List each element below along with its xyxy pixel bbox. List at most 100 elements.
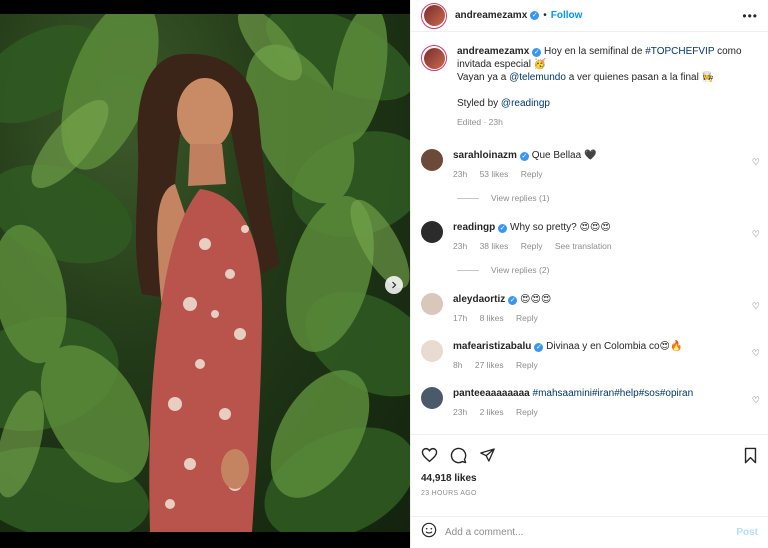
comment-item: panteeaaaaaaaa #mahsaamini#iran#help#sos…: [411, 387, 768, 419]
comment-hashtags[interactable]: #mahsaamini#iran#help#sos#opiran: [533, 388, 694, 399]
caption-body: andreamezamx ✓ Hoy en la semifinal de #TO…: [457, 45, 747, 129]
caption-text: a ver quienes pasan a la final 👩‍🍳: [568, 72, 715, 83]
comment-text: Que Bellaa 🖤: [531, 150, 597, 161]
chevron-right-icon: [392, 281, 397, 289]
comment-item: sarahloinazm ✓ Que Bellaa 🖤 23h 53 likes …: [411, 149, 768, 181]
comment-likes[interactable]: 53 likes: [480, 169, 509, 179]
caption-avatar[interactable]: [421, 45, 447, 71]
post-comment-button[interactable]: Post: [736, 527, 758, 538]
commenter-avatar[interactable]: [421, 221, 443, 243]
comment-time: 23h: [453, 407, 468, 417]
see-translation-button[interactable]: See translation: [555, 241, 612, 251]
post-timestamp: 23 HOURS AGO: [421, 490, 477, 497]
post-caption: andreamezamx ✓ Hoy en la semifinal de #TO…: [411, 33, 768, 129]
comment-like-heart-icon[interactable]: ♡: [752, 157, 760, 168]
commenter-avatar[interactable]: [421, 387, 443, 409]
commenter-username[interactable]: panteeaaaaaaaa: [453, 388, 530, 399]
reply-button[interactable]: Reply: [516, 360, 538, 370]
add-comment-bar: Post: [411, 516, 768, 548]
smiley-icon[interactable]: [421, 522, 437, 543]
heart-icon[interactable]: [421, 447, 438, 463]
top-letterbox: [0, 0, 410, 14]
bookmark-icon[interactable]: [743, 447, 758, 464]
comment-likes[interactable]: 38 likes: [480, 241, 509, 251]
commenter-username[interactable]: aleydaortiz: [453, 294, 505, 305]
comment-text: Divinaa y en Colombia co😍🔥: [546, 341, 683, 352]
view-replies-label: View replies (1): [491, 193, 550, 203]
comment-like-heart-icon[interactable]: ♡: [752, 348, 760, 359]
author-avatar[interactable]: [421, 2, 447, 29]
comments-list[interactable]: andreamezamx ✓ Hoy en la semifinal de #TO…: [411, 33, 768, 433]
comment-item: readingp ✓ Why so pretty? 😍😍😍 23h 38 like…: [411, 221, 768, 253]
comment-body: sarahloinazm ✓ Que Bellaa 🖤 23h 53 likes …: [453, 149, 743, 181]
action-icons: [421, 445, 758, 465]
replies-divider: [457, 269, 479, 271]
verified-badge-icon: ✓: [530, 11, 540, 20]
comment-meta: 17h 8 likes Reply: [453, 312, 743, 325]
likes-count[interactable]: 44,918 likes: [421, 473, 758, 484]
verified-badge-icon: ✓: [498, 224, 508, 233]
comment-meta: 23h 53 likes Reply: [453, 168, 743, 181]
comment-like-heart-icon[interactable]: ♡: [752, 395, 760, 406]
author-username[interactable]: andreamezamx: [455, 10, 527, 21]
caption-username[interactable]: andreamezamx: [457, 46, 529, 57]
comment-body: mafearistizabalu ✓ Divinaa y en Colombia …: [453, 340, 743, 372]
comment-text: Why so pretty? 😍😍😍: [510, 222, 611, 233]
separator-dot: •: [543, 10, 547, 21]
caption-text: Hoy en la semifinal de: [544, 46, 643, 57]
reply-button[interactable]: Reply: [521, 169, 543, 179]
commenter-username[interactable]: sarahloinazm: [453, 150, 517, 161]
comment-body: readingp ✓ Why so pretty? 😍😍😍 23h 38 like…: [453, 221, 743, 253]
post-modal: andreamezamx ✓ • Follow ••• andreamezamx…: [0, 0, 768, 548]
comment-time: 17h: [453, 313, 468, 323]
comment-likes[interactable]: 27 likes: [475, 360, 504, 370]
comment-meta: 23h 2 likes Reply: [453, 406, 743, 419]
post-actions: 44,918 likes 23 HOURS AGO: [411, 434, 768, 497]
post-header: andreamezamx ✓ • Follow •••: [411, 0, 768, 32]
comment-item: aleydaortiz ✓ 😍😍😍 17h 8 likes Reply ♡: [411, 293, 768, 325]
comment-time: 8h: [453, 360, 463, 370]
caption-text: Styled by: [457, 98, 499, 109]
reply-button[interactable]: Reply: [516, 313, 538, 323]
comment-like-heart-icon[interactable]: ♡: [752, 229, 760, 240]
caption-text: Vayan ya a: [457, 72, 507, 83]
more-horizontal-icon[interactable]: •••: [742, 9, 758, 23]
comment-time: 23h: [453, 241, 468, 251]
follow-button[interactable]: Follow: [551, 10, 583, 21]
comment-body: panteeaaaaaaaa #mahsaamini#iran#help#sos…: [453, 387, 743, 419]
photo-illustration: [0, 14, 410, 532]
post-sidebar: andreamezamx ✓ • Follow ••• andreamezamx…: [410, 0, 768, 548]
replies-divider: [457, 197, 479, 199]
comment-icon[interactable]: [450, 447, 467, 464]
comment-meta: 8h 27 likes Reply: [453, 359, 743, 372]
mention-link[interactable]: @telemundo: [509, 72, 566, 83]
post-photo[interactable]: [0, 14, 410, 532]
comment-meta: 23h 38 likes Reply See translation: [453, 240, 743, 253]
add-comment-input[interactable]: [445, 527, 737, 538]
comment-item: mafearistizabalu ✓ Divinaa y en Colombia …: [411, 340, 768, 372]
mention-link[interactable]: @readingp: [501, 98, 550, 109]
verified-badge-icon: ✓: [508, 296, 518, 305]
commenter-avatar[interactable]: [421, 149, 443, 171]
comment-time: 23h: [453, 169, 468, 179]
verified-badge-icon: ✓: [519, 152, 529, 161]
verified-badge-icon: ✓: [532, 48, 542, 57]
verified-badge-icon: ✓: [534, 343, 544, 352]
comment-like-heart-icon[interactable]: ♡: [752, 301, 760, 312]
reply-button[interactable]: Reply: [516, 407, 538, 417]
reply-button[interactable]: Reply: [521, 241, 543, 251]
commenter-avatar[interactable]: [421, 340, 443, 362]
comment-likes[interactable]: 2 likes: [480, 407, 504, 417]
commenter-username[interactable]: readingp: [453, 222, 495, 233]
view-replies-button[interactable]: View replies (1): [457, 193, 549, 203]
paper-plane-icon[interactable]: [479, 447, 496, 463]
commenter-username[interactable]: mafearistizabalu: [453, 341, 531, 352]
next-photo-button[interactable]: [385, 276, 403, 294]
view-replies-button[interactable]: View replies (2): [457, 265, 549, 275]
view-replies-label: View replies (2): [491, 265, 550, 275]
bottom-letterbox: [0, 532, 410, 548]
hashtag-link[interactable]: #TOPCHEFVIP: [645, 46, 714, 57]
comment-likes[interactable]: 8 likes: [480, 313, 504, 323]
comment-text: 😍😍😍: [520, 294, 552, 305]
commenter-avatar[interactable]: [421, 293, 443, 315]
